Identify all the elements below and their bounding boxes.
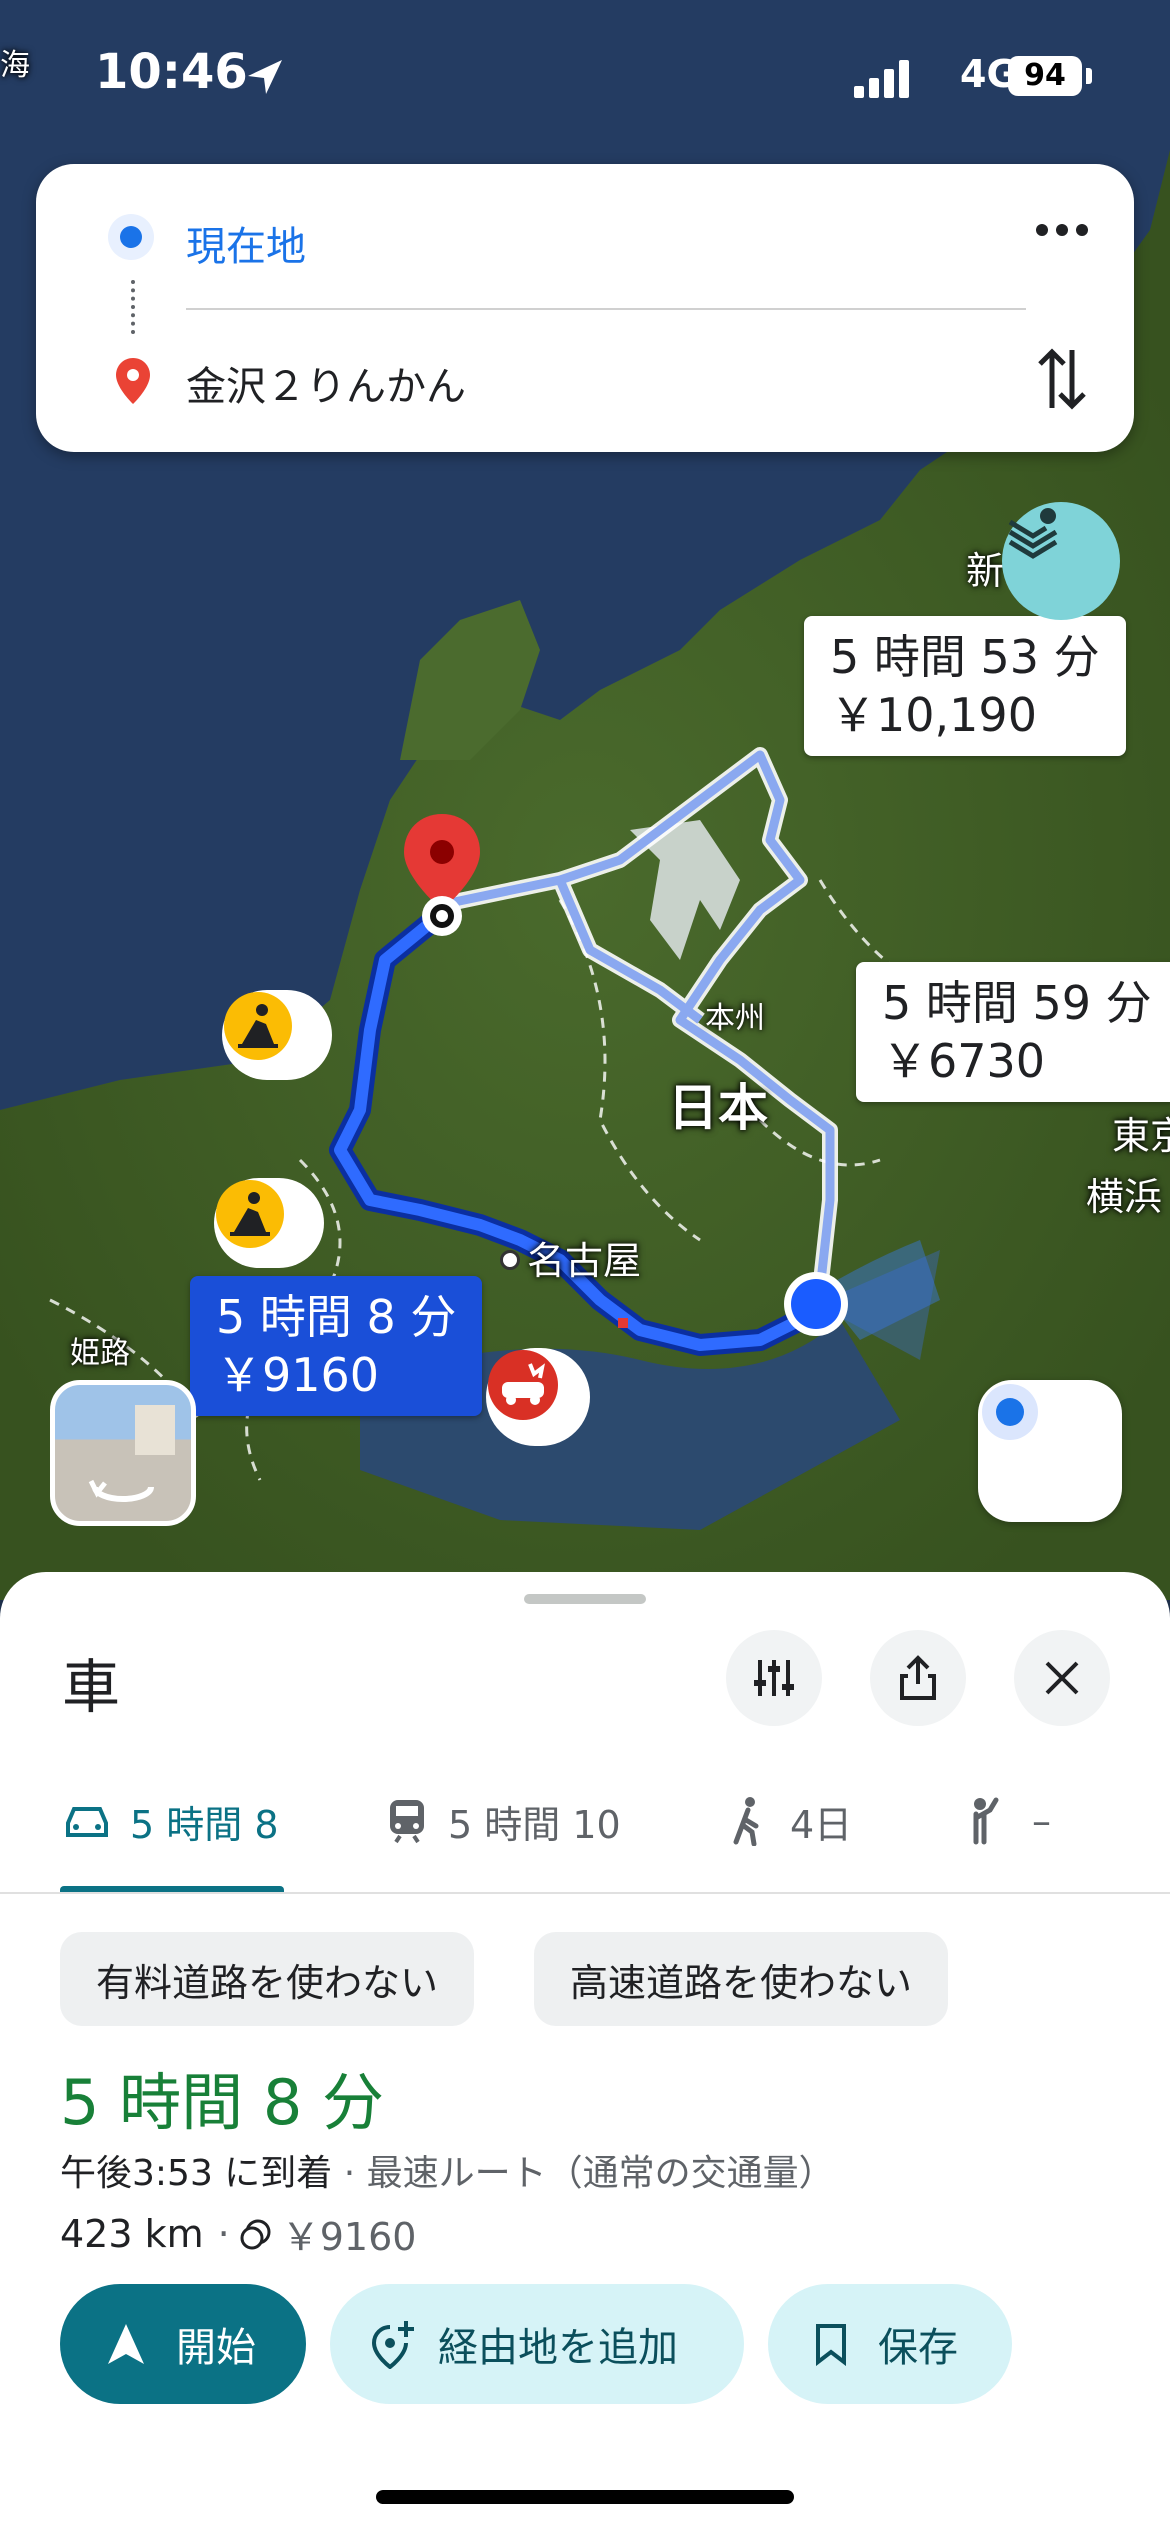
route-price: ￥6730 — [882, 1034, 1046, 1088]
route-note: · 最速ルート（通常の交通量） — [343, 2153, 835, 2194]
battery-cap — [1086, 68, 1092, 84]
layers-button[interactable] — [1002, 502, 1120, 620]
map-label-himeji: 姫路 — [70, 1336, 130, 1371]
save-label: 保存 — [878, 2325, 958, 2371]
route-duration: 5 時間 59 分 — [882, 976, 1152, 1030]
toll-icon — [240, 2219, 271, 2249]
tab-transit[interactable]: 5 時間 10 — [386, 1790, 621, 1852]
arrival-line: 午後3:53 に到着 · 最速ルート（通常の交通量） — [60, 2144, 835, 2196]
tab-label: 5 時間 8 — [130, 1802, 279, 1847]
origin-dot-icon — [120, 226, 142, 248]
close-button[interactable] — [1014, 1630, 1110, 1726]
destination-pin-small-icon — [116, 358, 150, 404]
tab-walk[interactable]: 4日 — [730, 1790, 852, 1852]
add-stop-label: 経由地を追加 — [438, 2325, 678, 2371]
tab-label: 5 時間 10 — [448, 1802, 621, 1847]
route-duration: 5 時間 8 分 — [216, 1290, 457, 1344]
tab-car[interactable]: 5 時間 8 — [62, 1790, 279, 1852]
current-location-marker — [784, 1250, 940, 1360]
bookmark-icon — [816, 2324, 846, 2366]
train-icon — [390, 1800, 424, 1844]
avoid-tolls-chip[interactable]: 有料道路を使わない — [60, 1932, 475, 2026]
battery-indicator: 94 — [1008, 56, 1082, 96]
status-bar: 10:46 4G 94 — [0, 0, 1170, 150]
status-time: 10:46 — [95, 44, 248, 100]
route-bubble-alt1[interactable]: 5 時間 53 分 ￥10,190 — [804, 616, 1126, 756]
start-button[interactable]: 開始 — [60, 2284, 306, 2404]
construction-icon — [224, 992, 292, 1060]
rideshare-icon — [973, 1797, 999, 1845]
route-bubble-selected[interactable]: 5 時間 8 分 ￥9160 — [190, 1276, 483, 1416]
map-label-tokyo: 東京 — [1112, 1114, 1170, 1158]
toll-separator: · — [217, 2211, 230, 2256]
signal-icon — [854, 60, 909, 98]
distance-line: 423 km · ￥9160 — [60, 2206, 416, 2261]
tab-rideshare[interactable]: – — [962, 1790, 1051, 1852]
route-connector-dots — [131, 280, 139, 334]
street-view-rotate-icon — [88, 1405, 175, 1502]
add-stop-button[interactable]: 経由地を追加 — [330, 2284, 744, 2404]
close-icon — [1045, 1661, 1079, 1695]
sheet-drag-handle[interactable] — [524, 1594, 646, 1604]
route-duration: 5 時間 53 分 — [830, 630, 1100, 684]
accident-marker[interactable] — [486, 1348, 590, 1446]
avoid-highways-chip[interactable]: 高速道路を使わない — [534, 1932, 949, 2026]
map-label-niigata: 新 — [966, 549, 1005, 593]
layers-icon — [1008, 508, 1058, 559]
save-button[interactable]: 保存 — [768, 2284, 1012, 2404]
map-label-nagoya: 名古屋 — [527, 1239, 642, 1283]
home-indicator[interactable] — [376, 2490, 794, 2504]
swap-direction-icon[interactable] — [1034, 346, 1090, 412]
tab-label: – — [1032, 1799, 1051, 1843]
tab-label: 4日 — [790, 1802, 853, 1847]
my-location-icon — [982, 1384, 1038, 1440]
directions-card: 現在地 金沢２りんかん — [36, 164, 1134, 452]
tune-icon — [754, 1660, 794, 1696]
route-price: ￥10,190 — [830, 688, 1037, 742]
construction-marker-1[interactable] — [222, 990, 332, 1080]
car-crash-icon — [488, 1350, 558, 1420]
construction-marker-2[interactable] — [214, 1178, 324, 1268]
construction-icon — [216, 1180, 284, 1248]
more-options-icon[interactable] — [1032, 220, 1092, 240]
arrival-time: 午後3:53 に到着 — [60, 2153, 333, 2194]
origin-field[interactable]: 現在地 — [186, 214, 306, 272]
tabs-divider — [0, 1892, 1170, 1894]
start-label: 開始 — [176, 2325, 256, 2371]
car-icon — [66, 1807, 108, 1837]
my-location-button[interactable] — [978, 1380, 1122, 1522]
route-bubble-alt2[interactable]: 5 時間 59 分 ￥6730 — [856, 962, 1170, 1102]
route-distance: 423 km — [60, 2211, 204, 2256]
destination-pin-icon[interactable] — [400, 812, 484, 942]
travel-mode-title: 車 — [62, 1653, 121, 1721]
map-label-nihon: 日本 — [668, 1079, 768, 1137]
share-button[interactable] — [870, 1630, 966, 1726]
field-divider — [186, 308, 1026, 310]
route-options-button[interactable] — [726, 1630, 822, 1726]
location-arrow-icon — [248, 60, 282, 94]
route-duration-summary: 5 時間 8 分 — [60, 2066, 385, 2139]
walk-icon — [733, 1797, 759, 1846]
toll-price: ￥9160 — [281, 2215, 417, 2259]
street-view-thumbnail[interactable] — [50, 1380, 196, 1526]
route-price: ￥9160 — [216, 1348, 380, 1402]
nagoya-dot — [500, 1250, 520, 1270]
add-location-icon — [371, 2321, 414, 2369]
destination-field[interactable]: 金沢２りんかん — [186, 354, 466, 412]
navigation-arrow-icon — [108, 2324, 144, 2364]
map-label-yokohama: 横浜 — [1086, 1175, 1163, 1219]
share-icon — [900, 1655, 936, 1700]
map-label-honshu: 本州 — [705, 1001, 765, 1036]
